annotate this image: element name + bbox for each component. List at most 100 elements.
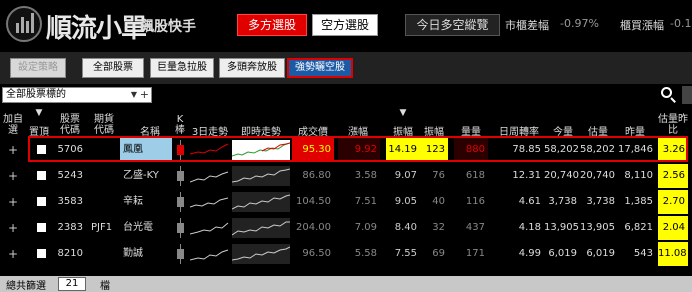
volume-cell: 880 bbox=[454, 138, 488, 162]
volume-surge-button[interactable]: 巨量急拉股 bbox=[150, 58, 214, 78]
pin-top-checkbox[interactable] bbox=[37, 171, 46, 180]
stock-name-cell: 鳳凰 bbox=[120, 138, 172, 162]
col-intraday[interactable]: 即時走勢 bbox=[232, 108, 290, 142]
pin-top-checkbox[interactable] bbox=[37, 223, 46, 232]
vol-yday-cell: 8,110 bbox=[624, 170, 653, 181]
col-k[interactable]: K棒 bbox=[173, 108, 187, 142]
add-watchlist-icon[interactable]: + bbox=[8, 138, 18, 162]
table-row[interactable]: +3583 辛耘 104.50 7.51 9.05 40 116 4.61 3,738 3,738… bbox=[0, 190, 692, 214]
k-bar-body bbox=[177, 197, 184, 207]
stock-universe-select[interactable]: 全部股票標的 ▼ + bbox=[2, 87, 152, 103]
price-cell: 95.30 bbox=[292, 138, 334, 162]
total-label: 總共篩選 bbox=[6, 281, 46, 292]
amplitude-cell: 7.55 bbox=[394, 248, 417, 259]
short-selection-button[interactable]: 空方選股 bbox=[312, 14, 378, 36]
col-vol-yday[interactable]: 昨量 bbox=[620, 108, 650, 142]
vol-est-cell: 3,738 bbox=[586, 196, 615, 207]
pin-top-checkbox[interactable] bbox=[37, 197, 46, 206]
amplitude2-cell: 123 bbox=[420, 138, 448, 162]
stock-name-cell: 辛耘 bbox=[123, 196, 143, 207]
add-filter-icon[interactable]: + bbox=[140, 88, 149, 102]
amplitude-cell: 9.05 bbox=[394, 196, 417, 207]
table-header: 加自選 ▼ 置頂 股票代碼 期貨代碼 名稱 K棒 3日走勢 即時走勢 成交價 漲幅… bbox=[0, 108, 692, 142]
col-volume[interactable]: 量量 bbox=[454, 108, 488, 142]
long-selection-button[interactable]: 多方選股 bbox=[237, 14, 307, 36]
stock-universe-value: 全部股票標的 bbox=[6, 89, 66, 100]
strong-short-squeeze-button[interactable]: 強勢曬空股 bbox=[287, 58, 353, 78]
col-price[interactable]: 成交價 bbox=[292, 108, 334, 142]
trend3-sparkline bbox=[190, 222, 229, 235]
trend3-sparkline bbox=[190, 197, 229, 208]
stock-code-cell: 5243 bbox=[57, 170, 83, 181]
volume-cell: 116 bbox=[465, 196, 485, 207]
vol-est-cell: 13,905 bbox=[580, 222, 615, 233]
col-vol-est[interactable]: 估量 bbox=[583, 108, 613, 142]
change-cell: 7.51 bbox=[354, 196, 377, 207]
stock-code-cell: 3583 bbox=[57, 196, 83, 207]
k-bar-body bbox=[177, 223, 184, 233]
app-title: 順流小單 bbox=[46, 14, 147, 44]
col-change[interactable]: 漲幅 bbox=[336, 108, 380, 142]
col-trend3[interactable]: 3日走勢 bbox=[190, 108, 230, 142]
sort-icon: ▼ bbox=[35, 108, 43, 118]
pin-top-checkbox[interactable] bbox=[37, 145, 46, 154]
set-strategy-button[interactable]: 設定策略 bbox=[10, 58, 66, 78]
vol-yday-cell: 6,821 bbox=[624, 222, 653, 233]
strategy-bar: 設定策略 全部股票 巨量急拉股 多頭奔放股 強勢曬空股 bbox=[0, 52, 692, 84]
change-cell: 7.09 bbox=[354, 222, 377, 233]
sort-icon: ▼ bbox=[399, 108, 407, 118]
est-ratio-cell: 11.08 bbox=[658, 242, 688, 266]
change-cell: 3.58 bbox=[354, 170, 377, 181]
vol-yday-cell: 543 bbox=[633, 248, 653, 259]
col-top[interactable]: ▼ 置頂 bbox=[28, 108, 50, 142]
volume-cell: 437 bbox=[465, 222, 485, 233]
col-stock-code[interactable]: 股票代碼 bbox=[56, 108, 84, 142]
col-est-ratio[interactable]: 估量昨比 bbox=[658, 108, 688, 142]
volume-cell: 618 bbox=[465, 170, 485, 181]
scrollbar[interactable] bbox=[682, 86, 692, 104]
search-icon[interactable] bbox=[660, 86, 678, 104]
col-vol-today[interactable]: 今量 bbox=[548, 108, 578, 142]
table-row[interactable]: +2383 PJF1 台光電 204.00 7.09 8.40 32 437 4.18 13,90… bbox=[0, 216, 692, 240]
add-watchlist-icon[interactable]: + bbox=[8, 216, 18, 240]
table-row[interactable]: +5243 乙盛-KY 86.80 3.58 9.07 76 618 12.31 20,740 2… bbox=[0, 164, 692, 188]
add-watchlist-icon[interactable]: + bbox=[8, 164, 18, 188]
vol-today-cell: 13,905 bbox=[544, 222, 579, 233]
amplitude-cell: 9.07 bbox=[394, 170, 417, 181]
col-add[interactable]: 加自選 bbox=[2, 108, 24, 142]
table-row[interactable]: +8210 勤誠 96.50 5.58 7.55 69 171 4.99 6,019 6,019 5… bbox=[0, 242, 692, 266]
bull-run-button[interactable]: 多頭奔放股 bbox=[219, 58, 285, 78]
top-bar: 順流小單 飆股快手 多方選股 空方選股 今日多空縱覽 市櫃差幅 -0.97% 櫃… bbox=[0, 0, 692, 50]
intraday-sparkline bbox=[232, 218, 290, 238]
chevron-down-icon[interactable]: ▼ bbox=[131, 88, 137, 102]
pin-top-checkbox[interactable] bbox=[37, 249, 46, 258]
trend3-sparkline bbox=[190, 171, 229, 183]
add-watchlist-icon[interactable]: + bbox=[8, 242, 18, 266]
k-bar-body bbox=[177, 171, 184, 181]
turnover-cell: 78.85 bbox=[512, 144, 541, 155]
trend3-sparkline bbox=[190, 249, 229, 261]
intraday-sparkline bbox=[232, 192, 290, 212]
add-watchlist-icon[interactable]: + bbox=[8, 190, 18, 214]
futures-code-cell bbox=[88, 138, 124, 162]
col-amplitude[interactable]: ▼ 振幅 bbox=[386, 108, 420, 142]
trend3-sparkline bbox=[190, 143, 229, 155]
col-turnover[interactable]: 日周轉率 bbox=[494, 108, 544, 142]
market-sentiment-button[interactable]: 今日多空縱覽 bbox=[405, 14, 500, 36]
price-cell: 96.50 bbox=[302, 248, 331, 259]
vol-yday-cell: 1,385 bbox=[624, 196, 653, 207]
amplitude2-cell: 69 bbox=[432, 248, 445, 259]
k-bar-body bbox=[177, 145, 184, 155]
all-stocks-button[interactable]: 全部股票 bbox=[82, 58, 144, 78]
col-amplitude2[interactable]: 振幅 bbox=[420, 108, 448, 142]
market-diff-value: -0.97% bbox=[560, 17, 599, 30]
otc-rise-value: -0.1 bbox=[670, 17, 692, 30]
col-name[interactable]: 名稱 bbox=[128, 108, 172, 142]
intraday-sparkline bbox=[232, 140, 290, 160]
app-window: 順流小單 飆股快手 多方選股 空方選股 今日多空縱覽 市櫃差幅 -0.97% 櫃… bbox=[0, 0, 692, 292]
intraday-sparkline bbox=[232, 244, 290, 264]
vol-today-cell: 6,019 bbox=[548, 248, 577, 259]
change-cell: 9.92 bbox=[338, 138, 380, 162]
col-futures-code[interactable]: 期貨代碼 bbox=[90, 108, 118, 142]
table-row[interactable]: +5706 鳳凰 95.30 9.92 14.19 123 880 78.85 58,202 58… bbox=[0, 138, 692, 162]
